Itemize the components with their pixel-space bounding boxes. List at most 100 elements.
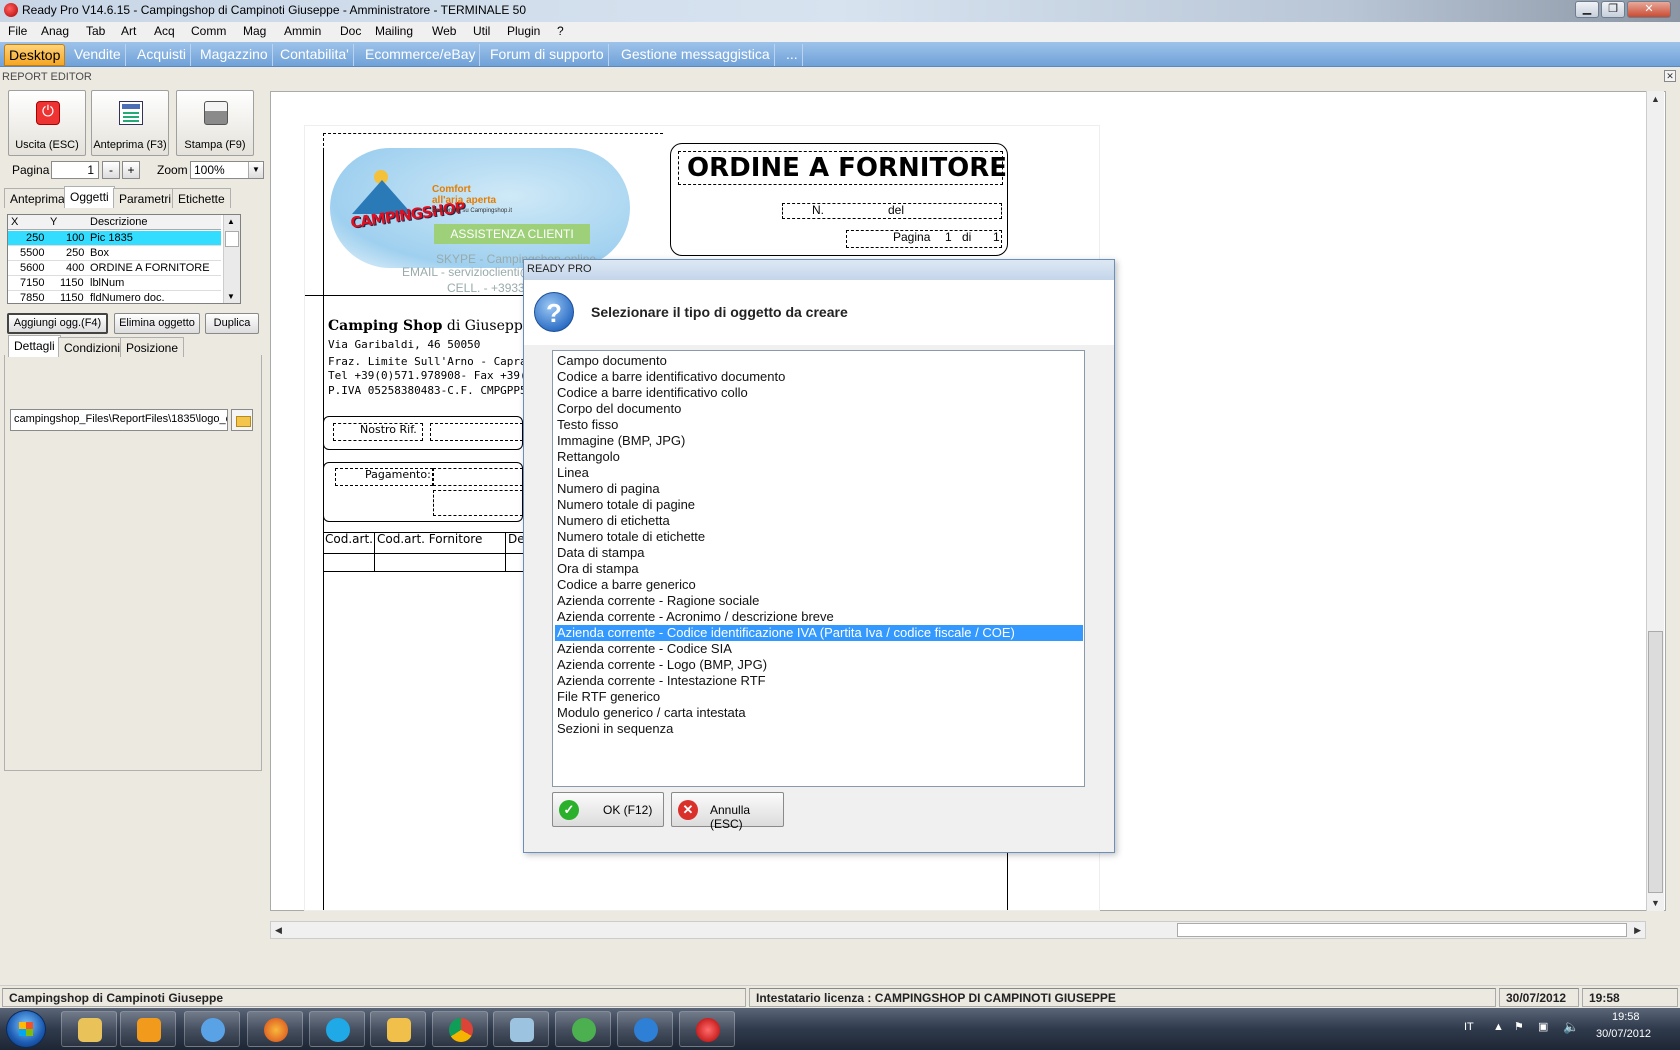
clock-time[interactable]: 19:58 <box>1612 1011 1640 1023</box>
language-indicator[interactable]: IT <box>1464 1021 1474 1033</box>
list-item[interactable]: Codice a barre identificativo documento <box>555 369 1083 385</box>
page-plus-button[interactable]: + <box>122 161 140 179</box>
tab-more[interactable]: ... <box>782 44 803 66</box>
object-type-list[interactable]: Campo documento Codice a barre identific… <box>552 350 1085 787</box>
add-object-button[interactable]: Aggiungi ogg.(F4) <box>7 313 108 334</box>
tab-forum[interactable]: Forum di supporto <box>486 44 609 66</box>
list-item[interactable]: Azienda corrente - Codice SIA <box>555 641 1083 657</box>
scroll-up-icon[interactable]: ▲ <box>1651 94 1660 104</box>
menu-comm[interactable]: Comm <box>191 24 226 38</box>
list-item[interactable]: Immagine (BMP, JPG) <box>555 433 1083 449</box>
itunes-icon[interactable] <box>184 1011 240 1047</box>
list-item[interactable]: Sezioni in sequenza <box>555 721 1083 737</box>
menu-art[interactable]: Art <box>121 24 136 38</box>
tab-vendite[interactable]: Vendite <box>70 44 126 66</box>
scroll-up-icon[interactable]: ▲ <box>227 217 235 226</box>
start-button[interactable] <box>6 1010 46 1048</box>
chrome-icon[interactable] <box>432 1011 488 1047</box>
print-button[interactable]: Stampa (F9) <box>176 90 254 156</box>
internet-explorer-icon[interactable] <box>617 1011 673 1047</box>
duplicate-button[interactable]: Duplica <box>205 313 259 334</box>
tab-anteprima[interactable]: Anteprima <box>4 188 71 208</box>
tab-ecommerce[interactable]: Ecommerce/eBay <box>361 44 481 66</box>
tab-condizioni[interactable]: Condizioni <box>58 337 127 357</box>
volume-icon[interactable]: 🔈 <box>1563 1019 1579 1035</box>
delete-object-button[interactable]: Elimina oggetto <box>114 313 200 334</box>
tab-parametri[interactable]: Parametri <box>113 188 178 208</box>
table-row[interactable]: 7150 1150 lblNum <box>8 276 221 291</box>
table-row[interactable]: 250 100 Pic 1835 <box>8 231 221 246</box>
list-item[interactable]: Azienda corrente - Intestazione RTF <box>555 673 1083 689</box>
exit-button[interactable]: Uscita (ESC) <box>8 90 86 156</box>
scroll-down-icon[interactable]: ▼ <box>1651 898 1660 908</box>
page-input[interactable]: 1 <box>51 161 99 179</box>
tab-magazzino[interactable]: Magazzino <box>196 44 273 66</box>
canvas-vertical-scrollbar[interactable]: ▲ ▼ <box>1646 91 1664 911</box>
scroll-thumb[interactable] <box>1648 631 1663 893</box>
skype-icon[interactable] <box>309 1011 365 1047</box>
menu-help[interactable]: ? <box>557 24 564 38</box>
list-item-selected[interactable]: Azienda corrente - Codice identificazion… <box>555 625 1083 641</box>
restore-button[interactable]: ❐ <box>1601 1 1625 18</box>
table-scrollbar[interactable]: ▲ ▼ <box>223 215 240 303</box>
menu-anag[interactable]: Anag <box>41 24 69 38</box>
minimize-button[interactable]: ▁ <box>1575 1 1599 18</box>
ready-pro-icon[interactable] <box>679 1011 735 1047</box>
clock-date[interactable]: 30/07/2012 <box>1596 1028 1651 1040</box>
firefox-icon[interactable] <box>247 1011 303 1047</box>
notes-icon[interactable] <box>493 1011 549 1047</box>
list-item[interactable]: Modulo generico / carta intestata <box>555 705 1083 721</box>
scroll-left-icon[interactable]: ◀ <box>275 925 282 936</box>
scroll-right-icon[interactable]: ▶ <box>1634 925 1641 936</box>
list-item[interactable]: Ora di stampa <box>555 561 1083 577</box>
list-item[interactable]: File RTF generico <box>555 689 1083 705</box>
list-item[interactable]: Azienda corrente - Logo (BMP, JPG) <box>555 657 1083 673</box>
scroll-thumb[interactable] <box>225 231 239 247</box>
tab-posizione[interactable]: Posizione <box>120 337 185 357</box>
close-button[interactable]: ✕ <box>1627 1 1671 18</box>
menu-web[interactable]: Web <box>432 24 456 38</box>
list-item[interactable]: Data di stampa <box>555 545 1083 561</box>
list-item[interactable]: Codice a barre identificativo collo <box>555 385 1083 401</box>
list-item[interactable]: Codice a barre generico <box>555 577 1083 593</box>
show-hidden-icons-icon[interactable]: ▲ <box>1493 1021 1504 1033</box>
preview-button[interactable]: Anteprima (F3) <box>91 90 169 156</box>
list-item[interactable]: Linea <box>555 465 1083 481</box>
list-item[interactable]: Numero totale di etichette <box>555 529 1083 545</box>
list-item[interactable]: Testo fisso <box>555 417 1083 433</box>
media-player-icon[interactable] <box>120 1011 176 1047</box>
table-row[interactable]: 5600 400 ORDINE A FORNITORE <box>8 261 221 276</box>
tab-etichette[interactable]: Etichette <box>172 188 231 208</box>
ok-button[interactable]: ✓ OK (F12) <box>552 792 664 827</box>
list-item[interactable]: Campo documento <box>555 353 1083 369</box>
page-minus-button[interactable]: - <box>102 161 120 179</box>
menu-acq[interactable]: Acq <box>154 24 175 38</box>
canvas-horizontal-scrollbar[interactable]: ◀ ▶ <box>270 921 1646 939</box>
action-center-icon[interactable]: ⚑ <box>1514 1020 1524 1033</box>
file-explorer-icon[interactable] <box>61 1011 117 1047</box>
tab-contabilita[interactable]: Contabilita' <box>276 44 354 66</box>
table-row[interactable]: 5500 250 Box <box>8 246 221 261</box>
list-item[interactable]: Numero totale di pagine <box>555 497 1083 513</box>
list-item[interactable]: Corpo del documento <box>555 401 1083 417</box>
menu-util[interactable]: Util <box>473 24 490 38</box>
outlook-icon[interactable] <box>370 1011 426 1047</box>
list-item[interactable]: Azienda corrente - Acronimo / descrizion… <box>555 609 1083 625</box>
list-item[interactable]: Numero di pagina <box>555 481 1083 497</box>
table-row[interactable]: 7850 1150 fldNumero doc. <box>8 291 221 303</box>
menu-mag[interactable]: Mag <box>243 24 266 38</box>
menu-tab[interactable]: Tab <box>86 24 105 38</box>
scroll-thumb[interactable] <box>1177 923 1627 937</box>
tab-dettagli[interactable]: Dettagli <box>8 335 61 357</box>
network-icon[interactable]: ▣ <box>1538 1020 1548 1033</box>
menu-doc[interactable]: Doc <box>340 24 361 38</box>
tab-desktop[interactable]: Desktop <box>4 44 66 66</box>
close-editor-icon[interactable]: ✕ <box>1664 70 1676 82</box>
tab-acquisti[interactable]: Acquisti <box>133 44 192 66</box>
menu-ammin[interactable]: Ammin <box>284 24 321 38</box>
menu-file[interactable]: File <box>8 24 27 38</box>
image-path-input[interactable]: campingshop_Files\ReportFiles\1835\logo_… <box>10 409 228 431</box>
list-item[interactable]: Rettangolo <box>555 449 1083 465</box>
zoom-select[interactable]: 100% ▼ <box>190 161 264 179</box>
folder-icon[interactable] <box>231 409 253 431</box>
